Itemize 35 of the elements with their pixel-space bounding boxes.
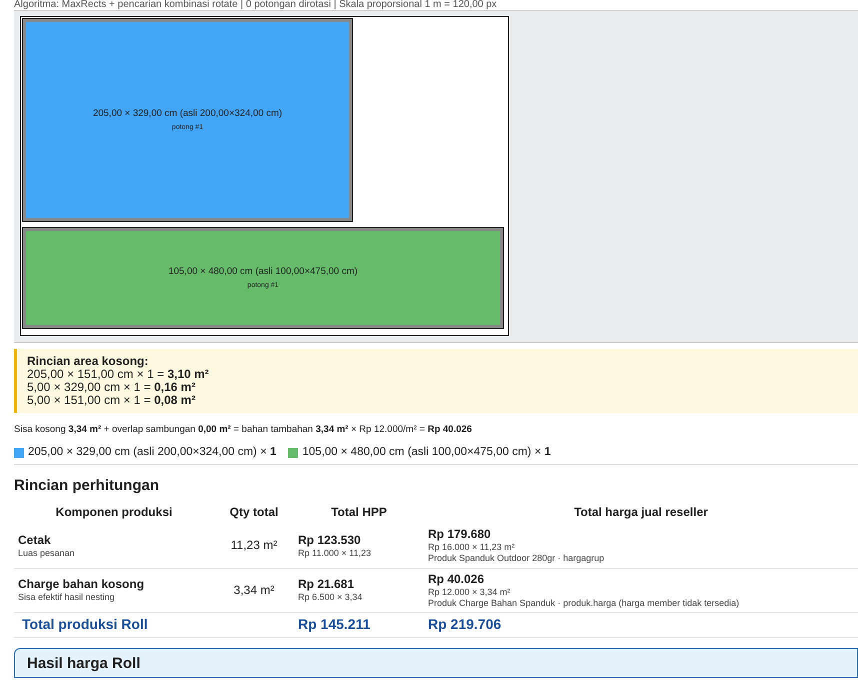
hpp-formula: Rp 6.500 × 3,34 (298, 592, 364, 604)
sell-value: Rp 179.680 (428, 527, 492, 542)
column-header: Total HPP (330, 504, 388, 521)
component-name: Cetak (18, 532, 52, 548)
sell-value: Rp 40.026 (428, 572, 486, 586)
sell-note: Rp 16.000 × 11,23 m² (428, 542, 516, 554)
column-header: Total harga jual reseller (573, 504, 709, 521)
column-header: Qty total (228, 504, 280, 521)
total-label: Total produksi Roll (22, 616, 148, 632)
column-header: Komponen produksi (54, 504, 174, 521)
summary-text: Sisa kosong 3,34 m² + overlap sambungan 0,00 m² = bahan tambahan 3,34 m² × Rp 12.000/m² = Rp 40.026 (14, 423, 473, 437)
hpp-value: Rp 123.530 (298, 532, 362, 548)
hpp-value: Rp 21.681 (298, 577, 356, 592)
empty-area-line: 5,00 × 151,00 cm × 1 = 0,08 m² (27, 394, 196, 407)
qty-value: 3,34 m² (234, 582, 274, 597)
total-sell: Rp 219.706 (428, 616, 502, 632)
component-name: Charge bahan kosong (18, 577, 146, 592)
hpp-formula: Rp 11.000 × 11,23 (298, 548, 372, 559)
empty-area-line: 5,00 × 329,00 cm × 1 = 0,16 m² (27, 381, 196, 394)
result-title: Hasil harga Roll (27, 654, 140, 672)
sell-note: Produk Charge Bahan Spanduk · produk.harga (harga member tidak tersedia) (428, 598, 740, 609)
section-title: Rincian perhitungan (14, 476, 160, 496)
piece-label: 105,00 × 480,00 cm (asli 100,00×475,00 cm) (168, 264, 358, 279)
piece-label: 205,00 × 329,00 cm (asli 200,00×324,00 cm) (92, 106, 282, 121)
component-note: Sisa efektif hasil nesting (18, 592, 116, 604)
sell-note: Produk Spanduk Outdoor 280gr · hargagrup (428, 553, 606, 564)
sell-note: Rp 12.000 × 3,34 m² (428, 586, 512, 598)
legend-text: 205,00 × 329,00 cm (asli 200,00×324,00 cm) × 1 (28, 445, 276, 460)
component-note: Luas pesanan (18, 548, 76, 559)
total-hpp: Rp 145.211 (298, 616, 370, 632)
empty-area-line: 205,00 × 151,00 cm × 1 = 3,10 m² (27, 368, 210, 381)
empty-area-title: Rincian area kosong: (27, 355, 150, 368)
info-text: Algoritma: MaxRects + pencarian kombinasi rotate | 0 potongan dirotasi | Skala proporsional 1 m = 120,00 px (14, 0, 498, 10)
legend-text: 105,00 × 480,00 cm (asli 100,00×475,00 cm) × 1 (302, 445, 551, 460)
qty-value: 11,23 m² (230, 538, 278, 552)
